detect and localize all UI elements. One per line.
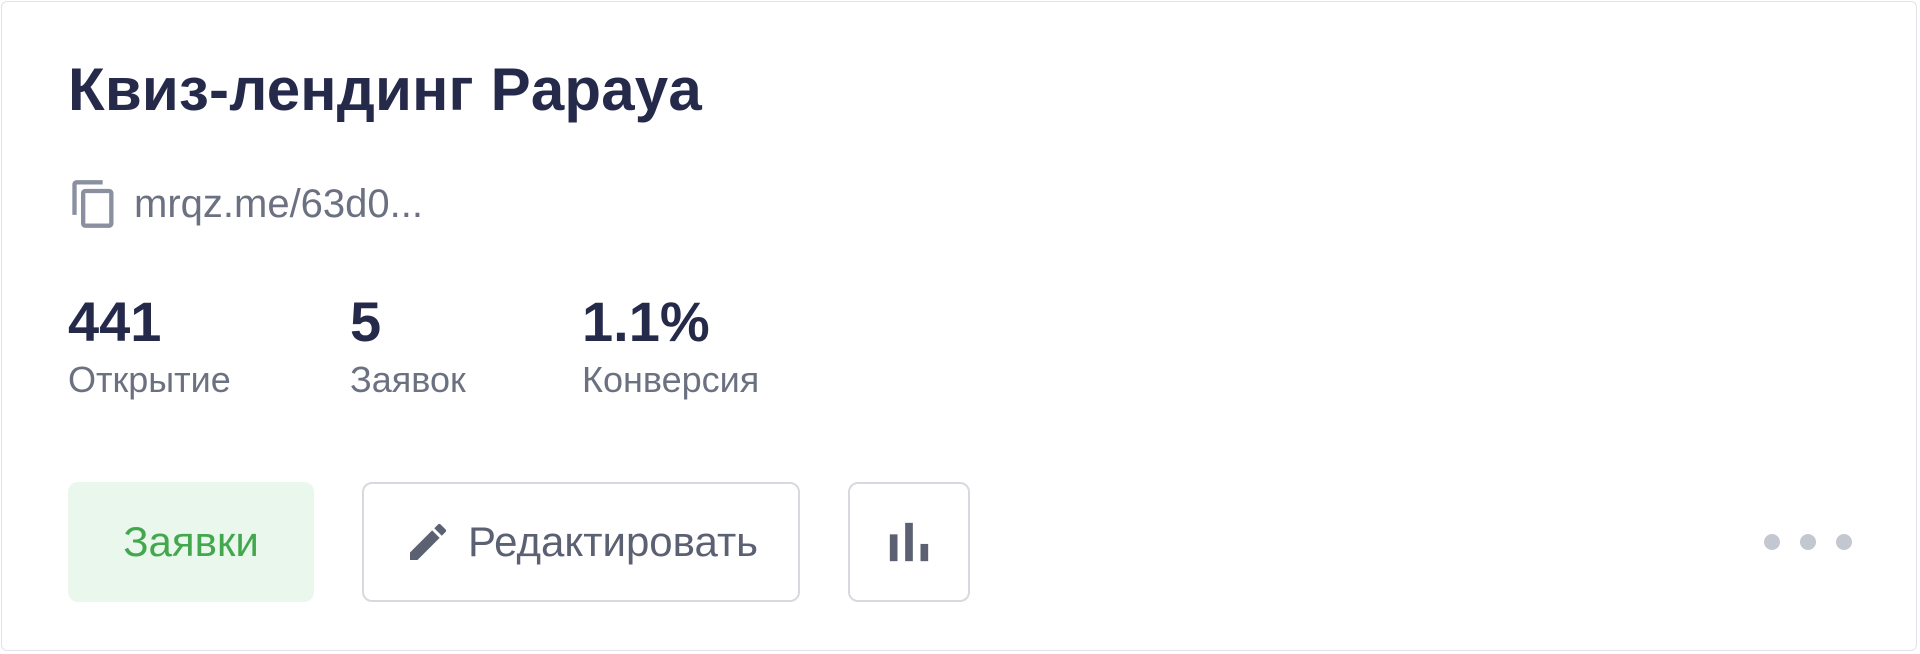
pencil-icon xyxy=(409,523,446,560)
edit-button-label: Редактировать xyxy=(467,518,759,565)
quiz-card: Квиз-лендинг Papaya mrqz.me/63d0... 441 … xyxy=(1,1,1917,651)
copy-icon xyxy=(72,180,114,228)
stat-opens: 441 Открытие xyxy=(68,290,231,402)
stat-value: 5 xyxy=(350,290,382,353)
stats-button[interactable] xyxy=(848,482,970,602)
link-text: mrqz.me/63d0... xyxy=(134,181,424,226)
leads-button-label: Заявки xyxy=(123,518,259,565)
stat-label: Заявок xyxy=(350,359,466,400)
stat-value: 1.1% xyxy=(582,290,710,353)
copy-link[interactable]: mrqz.me/63d0... xyxy=(68,174,423,234)
stat-value: 441 xyxy=(68,290,162,353)
card-title: Квиз-лендинг Papaya xyxy=(68,56,702,123)
more-options-button[interactable] xyxy=(1764,522,1852,562)
stat-label: Открытие xyxy=(68,359,231,400)
stat-leads: 5 Заявок xyxy=(350,290,466,402)
bar-chart-icon xyxy=(889,522,929,562)
more-horizontal-icon xyxy=(1764,534,1780,550)
more-horizontal-icon xyxy=(1836,534,1852,550)
edit-button[interactable]: Редактировать xyxy=(362,482,800,602)
more-horizontal-icon xyxy=(1800,534,1816,550)
stat-conversion: 1.1% Конверсия xyxy=(582,290,759,402)
stat-label: Конверсия xyxy=(582,359,760,400)
leads-button[interactable]: Заявки xyxy=(68,482,314,602)
